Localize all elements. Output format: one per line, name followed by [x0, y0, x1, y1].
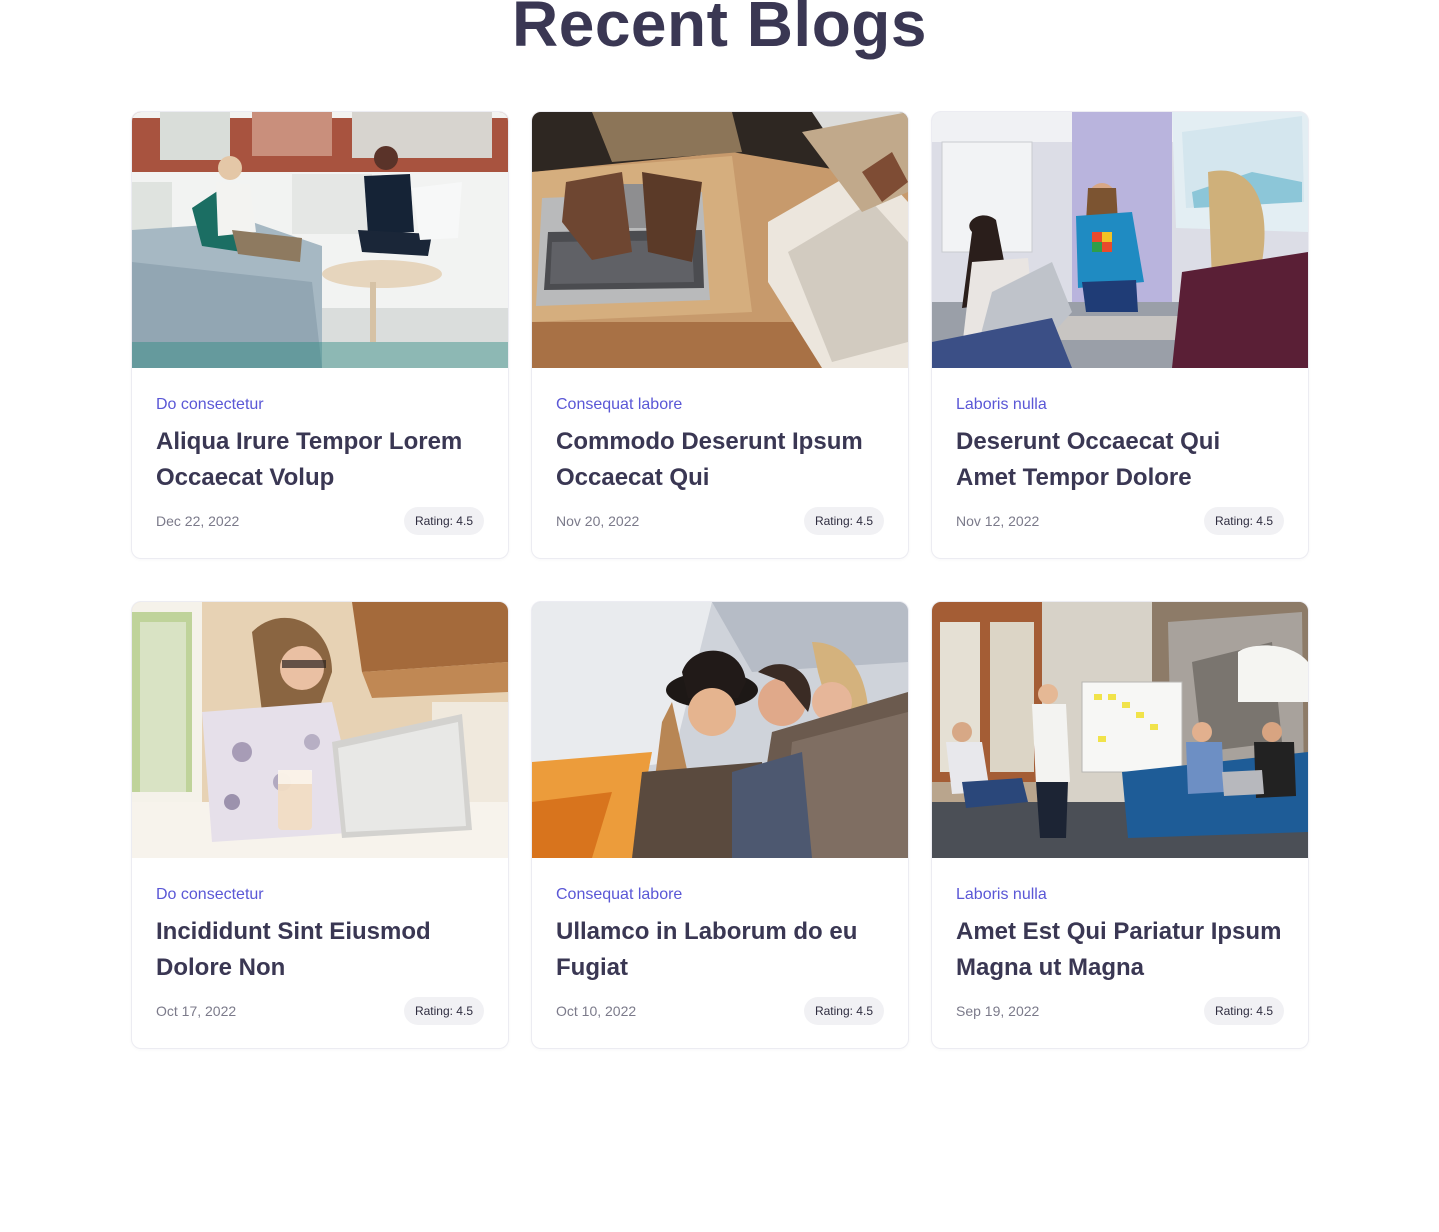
blog-category[interactable]: Laboris nulla — [956, 396, 1284, 414]
team-whiteboard-meeting-photo — [932, 602, 1308, 858]
blog-date: Sep 19, 2022 — [956, 1003, 1040, 1019]
blog-thumbnail-image[interactable] — [932, 112, 1308, 368]
presentation-meeting-photo — [932, 112, 1308, 368]
blog-category[interactable]: Laboris nulla — [956, 886, 1284, 904]
blog-meta: Nov 20, 2022 Rating: 4.5 — [556, 507, 884, 535]
rating-badge: Rating: 4.5 — [1203, 997, 1284, 1025]
blog-date: Nov 12, 2022 — [956, 513, 1040, 529]
blog-card[interactable]: Do consectetur Aliqua Irure Tempor Lorem… — [131, 111, 509, 559]
blog-meta: Oct 17, 2022 Rating: 4.5 — [156, 997, 484, 1025]
blog-date: Oct 10, 2022 — [556, 1003, 637, 1019]
blog-card[interactable]: Consequat labore Commodo Deserunt Ipsum … — [531, 111, 909, 559]
blog-meta: Oct 10, 2022 Rating: 4.5 — [556, 997, 884, 1025]
rating-badge: Rating: 4.5 — [403, 997, 484, 1025]
blog-card[interactable]: Consequat labore Ullamco in Laborum do e… — [531, 601, 909, 1049]
rating-badge: Rating: 4.5 — [1203, 507, 1284, 535]
blog-category[interactable]: Do consectetur — [156, 396, 484, 414]
blog-title[interactable]: Incididunt Sint Eiusmod Dolore Non — [156, 914, 484, 986]
friends-laughing-photo — [532, 602, 908, 858]
blog-meta: Dec 22, 2022 Rating: 4.5 — [156, 507, 484, 535]
blog-thumbnail-image[interactable] — [932, 602, 1308, 858]
blog-category[interactable]: Consequat labore — [556, 396, 884, 414]
section-title: Recent Blogs — [512, 0, 927, 60]
rating-badge: Rating: 4.5 — [403, 507, 484, 535]
blog-grid: Do consectetur Aliqua Irure Tempor Lorem… — [131, 111, 1309, 1049]
blog-date: Dec 22, 2022 — [156, 513, 240, 529]
woman-with-laptop-photo — [132, 602, 508, 858]
rating-badge: Rating: 4.5 — [803, 997, 884, 1025]
blog-card[interactable]: Do consectetur Incididunt Sint Eiusmod D… — [131, 601, 509, 1049]
office-meeting-couch-photo — [132, 112, 508, 368]
blog-title[interactable]: Commodo Deserunt Ipsum Occaecat Qui — [556, 424, 884, 496]
blog-title[interactable]: Amet Est Qui Pariatur Ipsum Magna ut Mag… — [956, 914, 1284, 986]
blog-card[interactable]: Laboris nulla Deserunt Occaecat Qui Amet… — [931, 111, 1309, 559]
blog-title[interactable]: Deserunt Occaecat Qui Amet Tempor Dolore — [956, 424, 1284, 496]
blog-date: Oct 17, 2022 — [156, 1003, 237, 1019]
blog-category[interactable]: Do consectetur — [156, 886, 484, 904]
blog-meta: Sep 19, 2022 Rating: 4.5 — [956, 997, 1284, 1025]
blog-thumbnail-image[interactable] — [532, 112, 908, 368]
blog-thumbnail-image[interactable] — [532, 602, 908, 858]
rating-badge: Rating: 4.5 — [803, 507, 884, 535]
blog-card[interactable]: Laboris nulla Amet Est Qui Pariatur Ipsu… — [931, 601, 1309, 1049]
laptops-on-table-photo — [532, 112, 908, 368]
blog-thumbnail-image[interactable] — [132, 602, 508, 858]
blog-title[interactable]: Aliqua Irure Tempor Lorem Occaecat Volup — [156, 424, 484, 496]
blog-category[interactable]: Consequat labore — [556, 886, 884, 904]
blog-title[interactable]: Ullamco in Laborum do eu Fugiat — [556, 914, 884, 986]
blog-meta: Nov 12, 2022 Rating: 4.5 — [956, 507, 1284, 535]
blog-thumbnail-image[interactable] — [132, 112, 508, 368]
blog-date: Nov 20, 2022 — [556, 513, 640, 529]
